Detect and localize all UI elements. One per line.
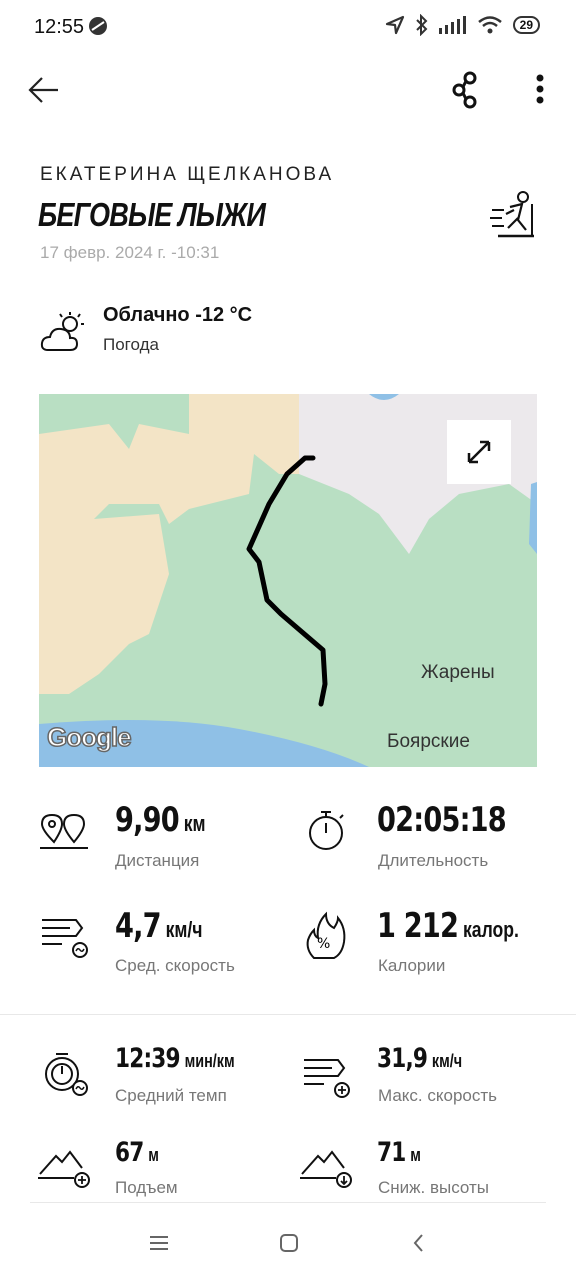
status-icons: 29 bbox=[385, 14, 540, 36]
map-label-boyarskie: Боярские bbox=[387, 731, 470, 752]
activity-title: БЕГОВЫЕ ЛЫЖИ bbox=[38, 196, 266, 233]
avg-pace-value: 12:39 мин/км bbox=[115, 1043, 235, 1074]
descent-mountain-icon bbox=[300, 1146, 354, 1190]
arrow-left-icon bbox=[28, 77, 58, 103]
expand-map-button[interactable] bbox=[447, 420, 511, 484]
expand-icon bbox=[467, 440, 491, 464]
notification-icon bbox=[88, 16, 108, 36]
calories-label: Калории bbox=[378, 956, 446, 975]
google-logo: Google bbox=[46, 721, 132, 753]
map-label-zhareny: Жарены bbox=[421, 662, 495, 683]
back-button[interactable] bbox=[24, 70, 64, 110]
duration-value: 02:05:18 bbox=[377, 800, 507, 840]
calories-flame-icon: % bbox=[304, 910, 348, 960]
duration-label: Длительность bbox=[378, 851, 489, 870]
home-button[interactable] bbox=[276, 1230, 302, 1256]
ascent-value: 67 м bbox=[115, 1137, 159, 1168]
distance-value: 9,90 км bbox=[115, 800, 206, 840]
svg-text:%: % bbox=[317, 936, 330, 952]
system-nav-bar bbox=[0, 1210, 576, 1280]
max-speed-label: Макс. скорость bbox=[378, 1086, 498, 1105]
ascent-mountain-icon bbox=[38, 1146, 92, 1190]
wifi-icon bbox=[477, 15, 503, 35]
descent-value: 71 м bbox=[377, 1137, 421, 1168]
system-back-button[interactable] bbox=[406, 1230, 432, 1256]
chevron-left-icon bbox=[413, 1234, 423, 1252]
bottom-divider bbox=[30, 1202, 546, 1203]
share-button[interactable] bbox=[446, 68, 486, 112]
status-time: 12:55 bbox=[34, 16, 85, 38]
avg-pace-label: Средний темп bbox=[115, 1086, 227, 1105]
calories-value: 1 212 калор. bbox=[377, 906, 519, 946]
max-speed-value: 31,9 км/ч bbox=[377, 1043, 463, 1074]
avg-pace-icon bbox=[42, 1050, 92, 1100]
section-divider bbox=[0, 1014, 576, 1015]
app-bar bbox=[0, 60, 576, 120]
distance-label: Дистанция bbox=[115, 851, 200, 870]
battery-indicator: 29 bbox=[512, 16, 540, 34]
activity-date: 17 февр. 2024 г. -10:31 bbox=[40, 243, 220, 262]
user-name: ЕКАТЕРИНА ЩЕЛКАНОВА bbox=[40, 164, 335, 185]
avg-speed-label: Сред. скорость bbox=[115, 956, 235, 975]
recent-apps-button[interactable] bbox=[146, 1230, 172, 1256]
more-vertical-icon bbox=[536, 74, 544, 104]
ascent-label: Подъем bbox=[115, 1178, 178, 1197]
stopwatch-icon bbox=[306, 808, 346, 852]
square-icon bbox=[280, 1234, 298, 1252]
bluetooth-icon bbox=[415, 14, 429, 36]
menu-icon bbox=[150, 1236, 168, 1250]
weather-subtitle: Погода bbox=[103, 335, 159, 354]
skiing-icon bbox=[488, 190, 538, 240]
share-icon bbox=[452, 71, 477, 109]
route-map[interactable]: Жарены Боярские Google bbox=[39, 394, 537, 767]
max-speed-icon bbox=[302, 1052, 352, 1098]
descent-label: Сниж. высоты bbox=[378, 1178, 490, 1197]
more-menu-button[interactable] bbox=[528, 72, 552, 112]
avg-speed-value: 4,7 км/ч bbox=[115, 906, 203, 946]
cloudy-weather-icon bbox=[40, 312, 86, 352]
avg-speed-icon bbox=[40, 912, 90, 958]
status-bar: 12:55 29 bbox=[0, 0, 576, 56]
weather-title: Облачно -12 °C bbox=[103, 304, 253, 326]
distance-icon bbox=[40, 812, 88, 852]
location-icon bbox=[385, 15, 405, 35]
signal-icon bbox=[438, 16, 467, 34]
